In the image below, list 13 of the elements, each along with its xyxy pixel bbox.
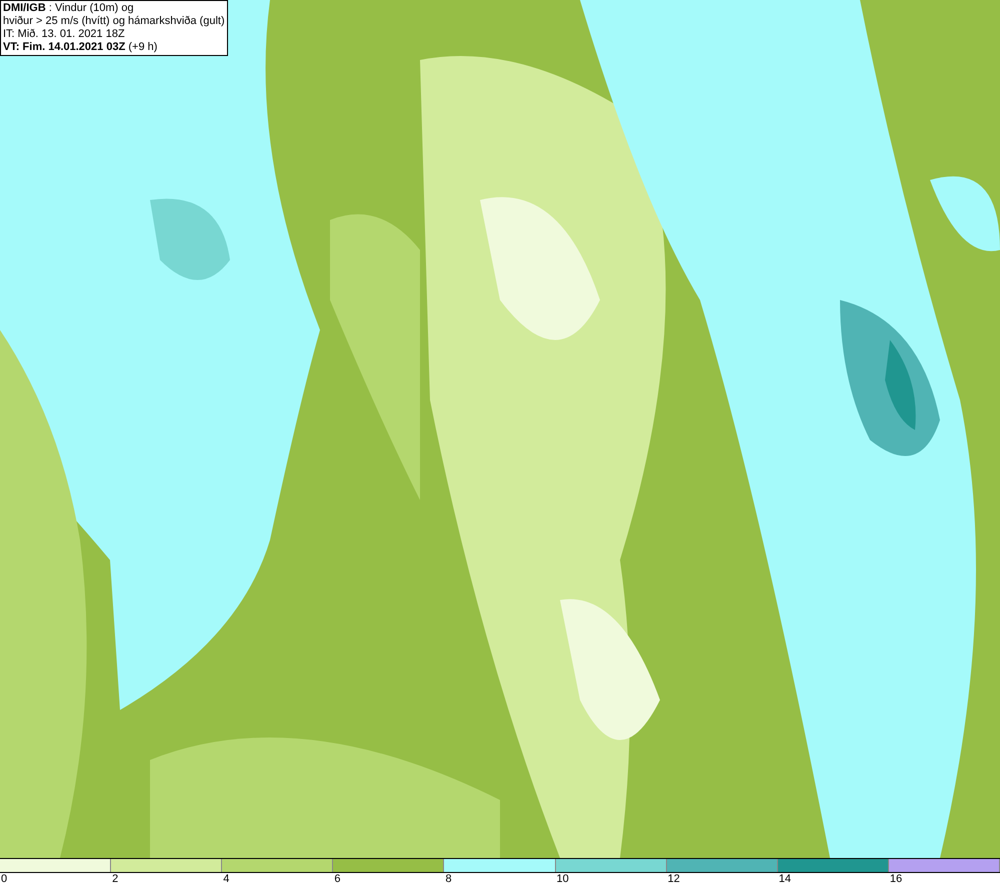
info-line: hviður > 25 m/s (hvítt) og hámarkshviða (gult)	[3, 15, 225, 28]
legend-tick-label: 0	[1, 873, 8, 886]
legend-tick-label: 16	[890, 873, 902, 886]
legend-tick-label: 12	[668, 873, 680, 886]
info-line: DMI/IGB : Vindur (10m) og	[3, 2, 135, 15]
info-line: VT: Fim. 14.01.2021 03Z (+9 h)	[3, 41, 158, 54]
info-line: IT: Mið. 13. 01. 2021 18Z	[3, 28, 126, 41]
legend-tick-label: 14	[778, 873, 792, 886]
legend-tick-label: 4	[223, 873, 230, 886]
legend-tick-label: 8	[445, 873, 452, 886]
legend-tick-label: 10	[556, 873, 569, 886]
legend-tick-label: 2	[112, 873, 118, 886]
legend-tick-label: 6	[334, 873, 340, 886]
